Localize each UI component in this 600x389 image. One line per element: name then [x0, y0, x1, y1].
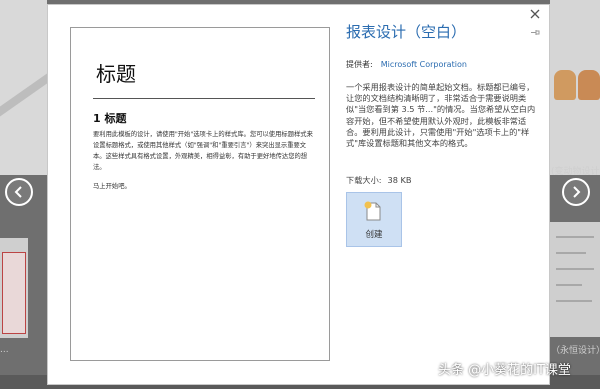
pin-button[interactable]: [531, 29, 540, 39]
chevron-left-icon: [14, 186, 22, 198]
watermark: 头条 @小葵花的IT课堂: [438, 363, 571, 378]
close-button[interactable]: [528, 8, 542, 22]
next-template-button[interactable]: [562, 178, 590, 206]
background-template-thumbnail: [0, 0, 47, 175]
preview-start-text: 马上开始吧。: [93, 183, 131, 190]
background-calendar-thumbnail: [0, 238, 28, 338]
pin-icon: [531, 30, 540, 35]
size-value: 38 KB: [387, 175, 412, 185]
provider-row: 提供者: Microsoft Corporation: [346, 59, 467, 70]
new-document-icon: [364, 201, 381, 221]
create-button[interactable]: 创建: [346, 192, 402, 247]
template-preview-dialog: 标题 1 标题 要利用此模板的设计，请使用"开始"选项卡上的样式库。您可以使用标…: [47, 4, 550, 385]
previous-template-button[interactable]: [5, 178, 33, 206]
provider-label: 提供者:: [346, 60, 373, 69]
size-label: 下载大小:: [346, 175, 382, 185]
close-icon: [530, 9, 540, 19]
provider-value: Microsoft Corporation: [380, 60, 467, 69]
background-document-thumbnail: [550, 222, 600, 337]
create-label: 创建: [365, 230, 383, 240]
preview-title: 标题: [96, 62, 136, 86]
preview-heading: 1 标题: [93, 112, 127, 125]
background-right-label-2: （永恒设计）: [551, 346, 600, 356]
chevron-right-icon: [573, 186, 581, 198]
document-preview: 标题 1 标题 要利用此模板的设计，请使用"开始"选项卡上的样式库。您可以使用标…: [70, 27, 330, 361]
template-description: 一个采用报表设计的简单起始文档。标题都已编号，让您的文档结构清晰明了，非常适合于…: [346, 82, 536, 149]
background-left-label: ...: [0, 345, 9, 355]
download-size-row: 下载大小: 38 KB: [346, 174, 412, 186]
background-animal-thumbnail: [550, 0, 600, 175]
preview-divider: [93, 98, 315, 99]
preview-body-text: 要利用此模板的设计，请使用"开始"选项卡上的样式库。您可以使用标题样式来设置标题…: [93, 131, 313, 171]
background-right-label-1: (变动物设计日: [551, 167, 600, 177]
template-title: 报表设计（空白）: [346, 23, 467, 41]
